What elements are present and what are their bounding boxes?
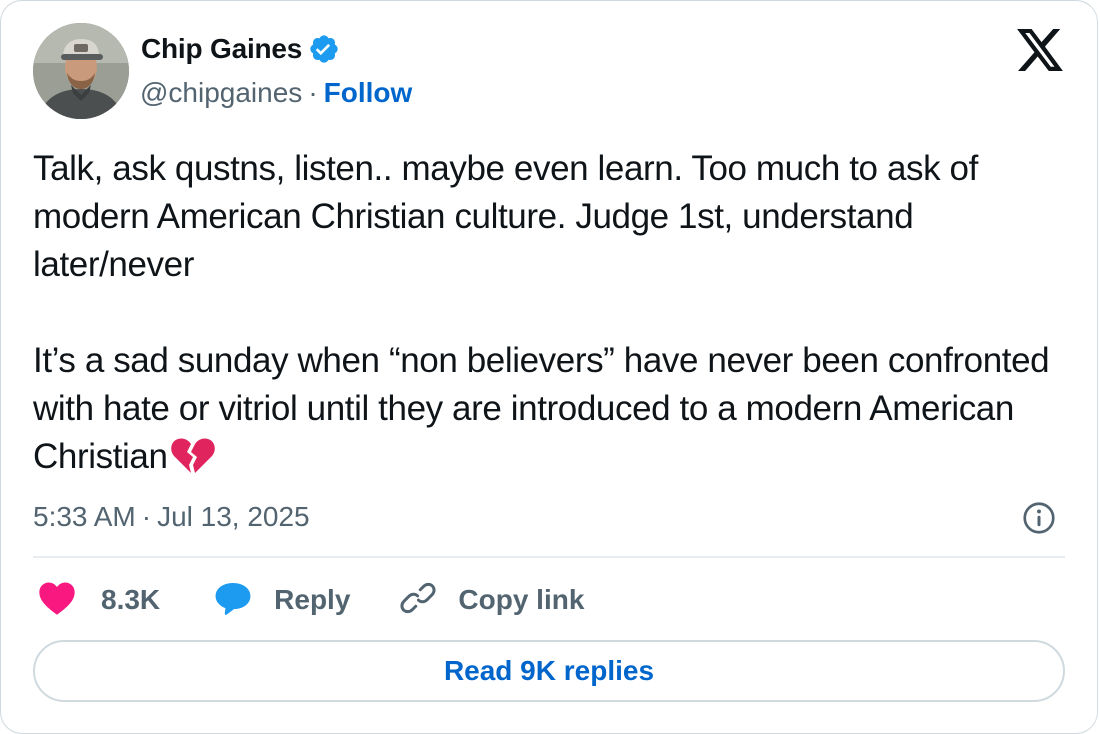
author-handle-row: @chipgaines · Follow [140,77,412,109]
separator-dot: · [141,501,152,532]
read-replies-button[interactable]: Read 9K replies [33,640,1065,702]
x-logo-icon[interactable] [1017,29,1063,71]
broken-heart-icon [170,436,216,476]
verified-badge-icon [308,33,340,65]
like-count: 8.3K [101,584,161,615]
author-name-row: Chip Gaines [141,33,340,65]
reply-label: Reply [274,584,351,615]
author-name[interactable]: Chip Gaines [141,33,302,65]
tweet-actions: 8.3K Reply Copy link [37,579,584,621]
info-icon[interactable] [1021,500,1057,536]
like-button[interactable]: 8.3K [37,580,160,621]
heart-icon [37,580,77,621]
tweet-embed-card: Chip Gaines @chipgaines · Follow Talk, a… [0,0,1098,734]
divider [33,556,1065,558]
tweet-date: Jul 13, 2025 [157,501,310,532]
tweet-text: Talk, ask qustns, listen.. maybe even le… [33,145,1073,481]
author-handle[interactable]: @chipgaines [140,77,302,109]
avatar[interactable] [33,23,129,119]
link-icon [400,580,436,621]
tweet-timestamp[interactable]: 5:33 AM · Jul 13, 2025 [33,501,310,533]
copy-link-label: Copy link [458,584,585,615]
follow-link[interactable]: Follow [324,77,413,109]
separator-dot: · [308,77,318,108]
tweet-time: 5:33 AM [33,501,136,532]
copy-link-button[interactable]: Copy link [400,580,584,621]
reply-button[interactable]: Reply [214,580,350,621]
tweet-body: Talk, ask qustns, listen.. maybe even le… [33,149,1050,476]
speech-bubble-icon [214,580,252,621]
